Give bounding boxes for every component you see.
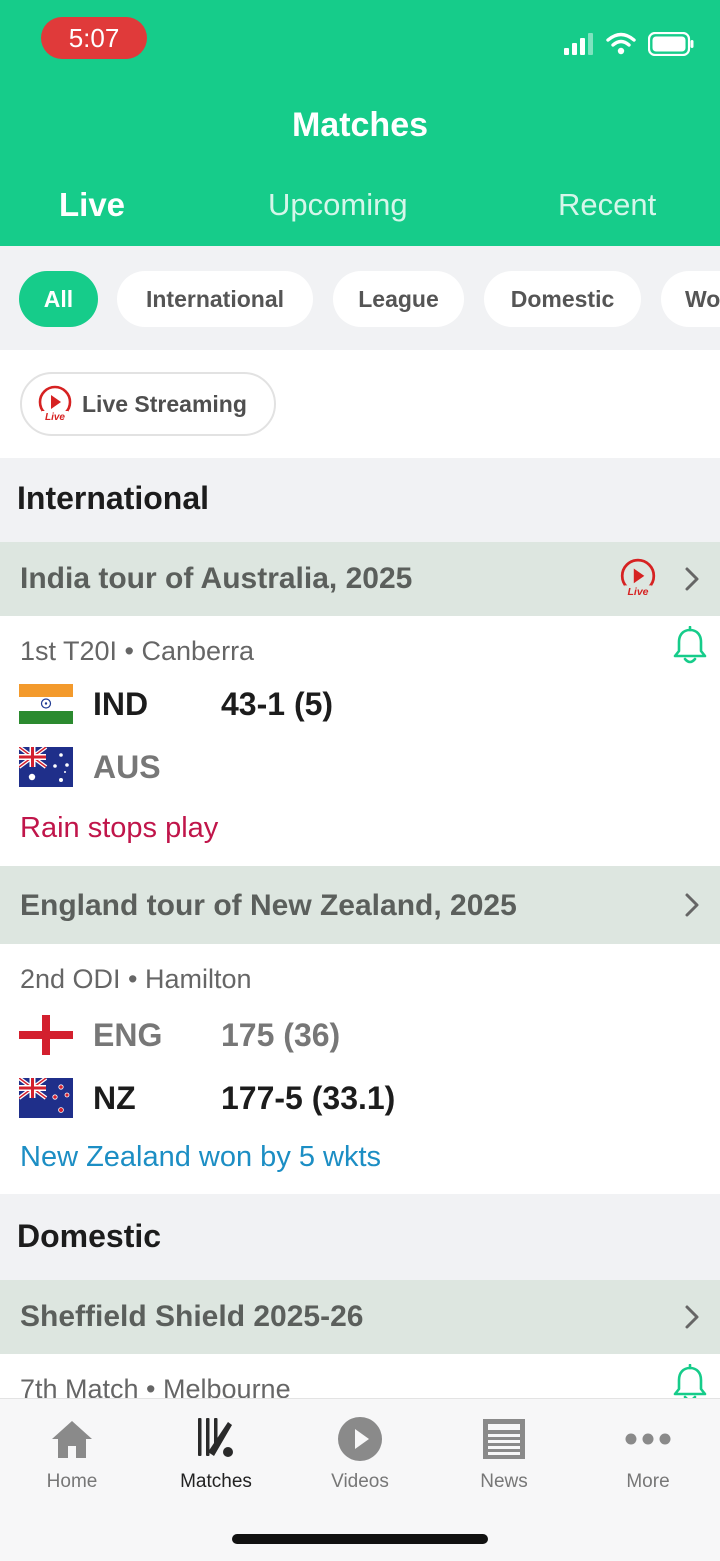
live-badge-text: Live [45,412,65,423]
signal-icon [564,33,593,55]
chip-league[interactable]: League [333,271,464,327]
nav-label: More [626,1471,670,1492]
chip-domestic[interactable]: Domestic [484,271,641,327]
chevron-right-icon [685,893,699,917]
nav-label: Matches [180,1471,252,1492]
team-score: 43-1 (5) [221,685,334,722]
team-code: NZ [93,1079,136,1116]
tab-recent[interactable]: Recent [558,187,656,223]
tab-live[interactable]: Live [59,186,125,224]
team-code: AUS [93,748,161,785]
series-row-england-tour[interactable]: England tour of New Zealand, 2025 [0,866,720,944]
app-header: 5:07 Matches Live Upcoming Recent [0,0,720,246]
newspaper-icon [483,1419,525,1459]
nav-label: News [480,1471,528,1492]
match-meta: 2nd ODI • Hamilton [20,964,252,994]
filter-chips: All International League Domestic Wo [0,246,720,350]
chip-international[interactable]: International [117,271,313,327]
live-streaming-button[interactable]: Live Live Streaming [20,372,276,436]
status-time: 5:07 [41,17,147,59]
match-card-eng-nz[interactable]: 2nd ODI • Hamilton ENG 175 (36) NZ 177-5… [0,944,720,1194]
match-card-sheffield[interactable]: 7th Match • Melbourne [0,1354,720,1398]
live-play-icon: Live [620,558,656,598]
england-flag-icon [19,1015,73,1055]
section-title: International [17,480,210,516]
nav-label: Home [46,1471,98,1492]
team-row: NZ 177-5 (33.1) [19,1076,395,1120]
battery-icon [648,32,694,56]
live-streaming-label: Live Streaming [82,390,247,417]
bell-icon[interactable] [670,626,710,666]
play-icon [338,1417,382,1461]
bell-icon[interactable] [670,1364,710,1398]
section-header-international: International [0,458,720,542]
cricket-icon [198,1418,233,1457]
team-row: AUS [19,745,161,789]
nav-label: Videos [331,1471,389,1492]
nav-more[interactable]: More [588,1413,708,1493]
nav-videos[interactable]: Videos [300,1413,420,1493]
chevron-right-icon [685,1305,699,1329]
nav-home[interactable]: Home [12,1413,132,1493]
home-indicator [232,1534,488,1544]
status-icons [564,30,694,58]
live-badge-text: Live [627,586,648,598]
more-icon [625,1433,671,1445]
match-status: Rain stops play [20,812,219,844]
team-row: ENG 175 (36) [19,1013,340,1057]
series-row-india-tour[interactable]: India tour of Australia, 2025 Live [0,542,720,616]
team-score: 177-5 (33.1) [221,1079,396,1116]
series-title: England tour of New Zealand, 2025 [20,889,517,922]
tab-upcoming[interactable]: Upcoming [268,187,408,223]
section-title: Domestic [17,1218,162,1254]
live-streaming-bar: Live Live Streaming [0,350,720,458]
chip-all[interactable]: All [19,271,98,327]
match-meta: 7th Match • Melbourne [20,1374,291,1398]
wifi-icon [606,32,636,55]
match-card-ind-aus[interactable]: 1st T20I • Canberra IND 43-1 (5) AUS Rai… [0,616,720,866]
team-code: IND [93,685,149,722]
series-row-sheffield-shield[interactable]: Sheffield Shield 2025-26 [0,1280,720,1354]
match-meta: 1st T20I • Canberra [20,636,255,666]
match-result: New Zealand won by 5 wkts [20,1141,382,1173]
india-flag-icon [19,684,73,724]
chip-women[interactable]: Wo [661,271,720,327]
series-title: India tour of Australia, 2025 [20,562,413,595]
team-code: ENG [93,1016,163,1053]
nav-matches[interactable]: Matches [156,1413,276,1493]
nav-news[interactable]: News [444,1413,564,1493]
home-icon [52,1421,92,1458]
live-play-icon: Live [38,385,72,423]
new-zealand-flag-icon [19,1078,73,1118]
team-row: IND 43-1 (5) [19,682,333,726]
team-score: 175 (36) [221,1016,341,1053]
series-title: Sheffield Shield 2025-26 [20,1300,364,1333]
chevron-right-icon [685,567,699,591]
page-title: Matches [291,106,429,144]
section-header-domestic: Domestic [0,1194,720,1280]
australia-flag-icon [19,747,73,787]
